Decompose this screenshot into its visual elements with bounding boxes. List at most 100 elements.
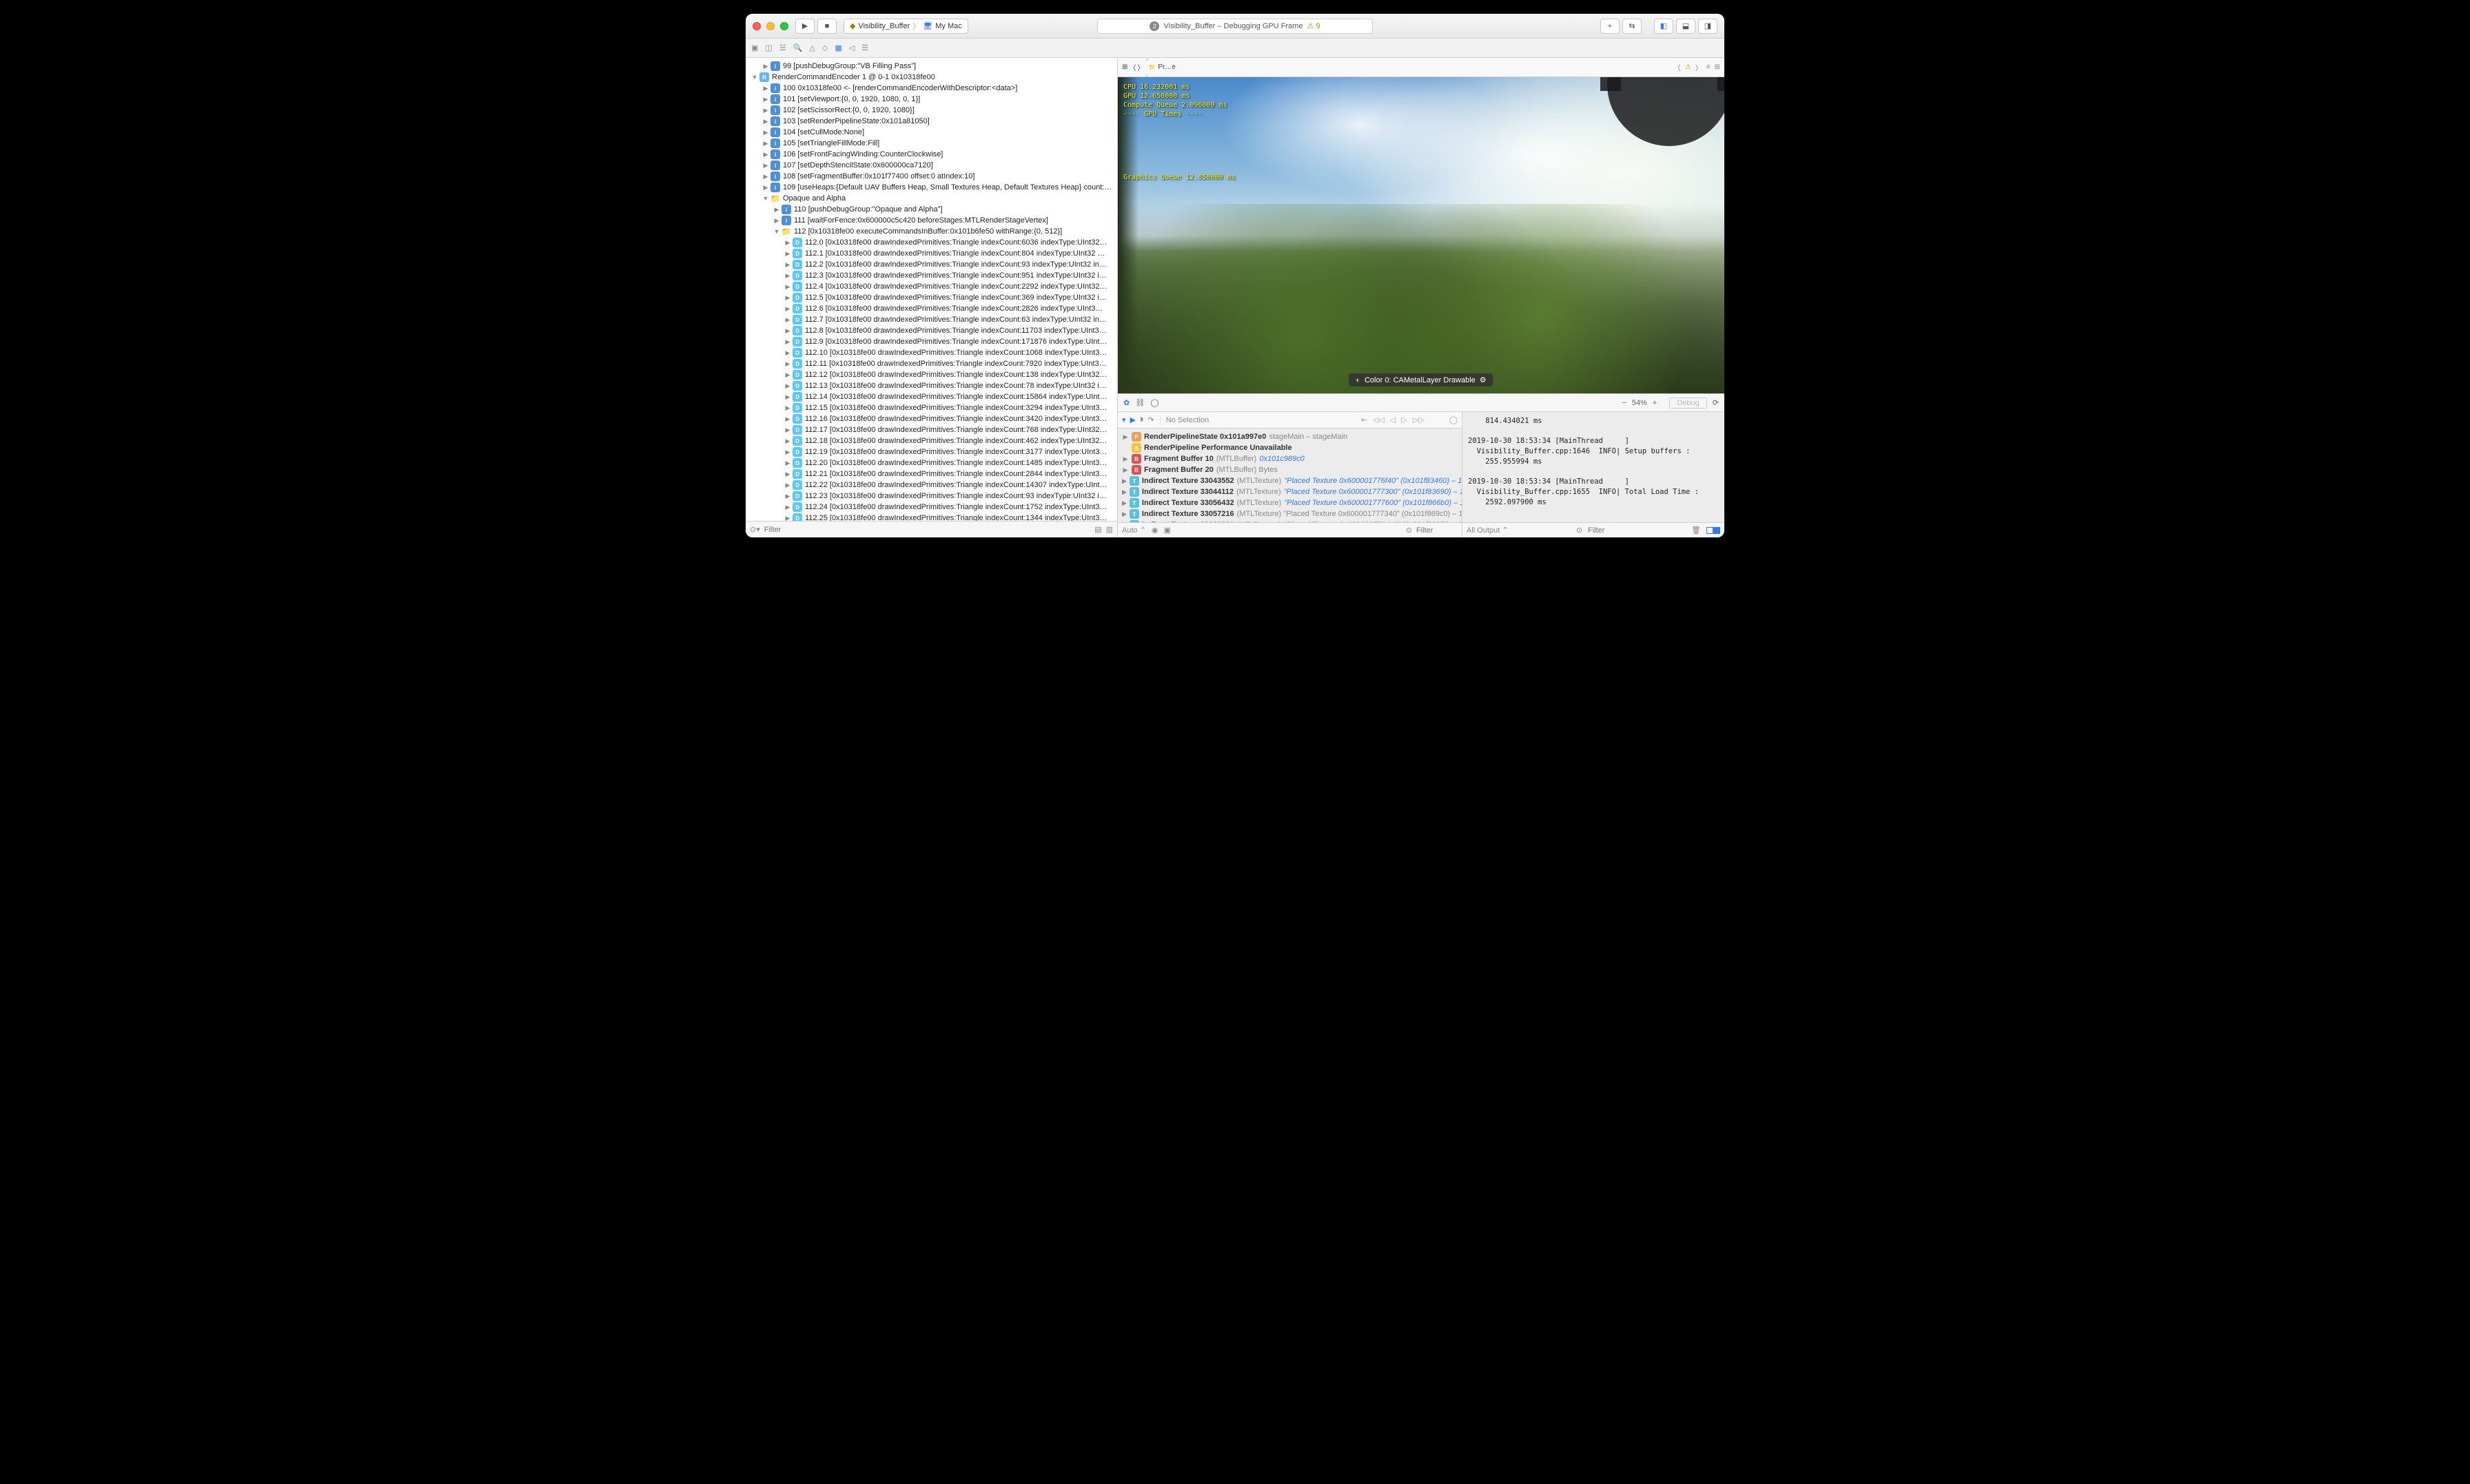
disclosure-triangle-icon[interactable]: ▶ [762, 118, 769, 125]
disclosure-triangle-icon[interactable]: ▶ [784, 415, 791, 423]
resource-row[interactable]: ▶TIndirect Texture 33043552 (MTLTexture)… [1122, 475, 1458, 486]
tree-row[interactable]: ▶D112.23 [0x10318fe00 drawIndexedPrimiti… [746, 491, 1117, 502]
disclosure-triangle-icon[interactable]: ▶ [762, 184, 769, 192]
tree-row[interactable]: ▶D112.15 [0x10318fe00 drawIndexedPrimiti… [746, 402, 1117, 413]
prev-call-icon[interactable]: ◁ [1390, 415, 1396, 424]
disclosure-triangle-icon[interactable]: ▶ [784, 338, 791, 346]
disclosure-triangle-icon[interactable]: ▼ [751, 74, 758, 81]
navigator-filter-input[interactable] [764, 526, 1090, 534]
back-button[interactable]: 〈 [1129, 62, 1136, 72]
issue-nav-icon[interactable]: △ [809, 43, 815, 52]
continue-icon[interactable]: ⏵⃓ [1140, 415, 1144, 424]
tree-row[interactable]: ▶D112.9 [0x10318fe00 drawIndexedPrimitiv… [746, 336, 1117, 347]
tree-row[interactable]: ▶D112.17 [0x10318fe00 drawIndexedPrimiti… [746, 424, 1117, 435]
disclosure-triangle-icon[interactable]: ▶ [784, 283, 791, 291]
code-review-button[interactable]: ⇆ [1622, 19, 1642, 34]
tree-row[interactable]: ▼RRenderCommandEncoder 1 @ 0-1 0x10318fe… [746, 72, 1117, 83]
tree-row[interactable]: ▶D112.12 [0x10318fe00 drawIndexedPrimiti… [746, 369, 1117, 380]
tree-row[interactable]: ▶i109 [useHeaps:{Default UAV Buffers Hea… [746, 182, 1117, 193]
tree-row[interactable]: ▶D112.21 [0x10318fe00 drawIndexedPrimiti… [746, 468, 1117, 480]
stop-button[interactable]: ■ [817, 19, 837, 34]
disclosure-triangle-icon[interactable]: ▶ [762, 151, 769, 158]
disclosure-triangle-icon[interactable]: ▶ [784, 504, 791, 511]
tree-row[interactable]: ▶i101 [setViewport:{0, 0, 1920, 1080, 0,… [746, 94, 1117, 105]
tree-row[interactable]: ▶D112.14 [0x10318fe00 drawIndexedPrimiti… [746, 391, 1117, 402]
tree-row[interactable]: ▶D112.8 [0x10318fe00 drawIndexedPrimitiv… [746, 325, 1117, 336]
quicklook-icon[interactable]: ◉ [1152, 526, 1159, 535]
next-issue-button[interactable]: 〉 [1695, 62, 1702, 72]
disclosure-triangle-icon[interactable]: ▶ [784, 272, 791, 280]
source-control-nav-icon[interactable]: ◫ [765, 43, 772, 52]
tree-row[interactable]: ▶D112.16 [0x10318fe00 drawIndexedPrimiti… [746, 413, 1117, 424]
disclosure-triangle-icon[interactable]: ▶ [1122, 511, 1127, 518]
resource-row[interactable]: ▶PRenderPipelineState 0x101a997e0 stageM… [1122, 431, 1458, 442]
disclosure-triangle-icon[interactable]: ▶ [762, 173, 769, 181]
disclosure-triangle-icon[interactable]: ▶ [784, 449, 791, 456]
scheme-selector[interactable]: ◆ Visibility_Buffer 〉 🖥 My Mac [844, 19, 968, 34]
filter-toggle-1-icon[interactable]: ▤ [1094, 525, 1101, 534]
breakpoint-nav-icon[interactable]: ◁ [849, 43, 855, 52]
disclosure-triangle-icon[interactable]: ▶ [784, 239, 791, 247]
find-nav-icon[interactable]: 🔍 [793, 43, 803, 52]
disclosure-triangle-icon[interactable]: ▶ [1122, 488, 1127, 496]
disclosure-triangle-icon[interactable]: ▶ [784, 404, 791, 412]
report-nav-icon[interactable]: ☰ [861, 43, 868, 52]
tree-row[interactable]: ▶D112.20 [0x10318fe00 drawIndexedPrimiti… [746, 457, 1117, 468]
step-into-frame-icon[interactable]: ⇤ [1361, 415, 1367, 424]
toggle-left-panel-button[interactable]: ◧ [1654, 19, 1673, 34]
variables-filter-input[interactable] [1416, 526, 1458, 535]
resource-row[interactable]: ⚠RenderPipeline Performance Unavailable [1122, 442, 1458, 453]
refresh-icon[interactable]: ⟳ [1713, 398, 1719, 407]
tree-row[interactable]: ▶D112.22 [0x10318fe00 drawIndexedPrimiti… [746, 480, 1117, 491]
tree-row[interactable]: ▶i104 [setCullMode:None] [746, 127, 1117, 138]
related-items-icon[interactable]: ⊞ [1122, 63, 1127, 71]
disclosure-triangle-icon[interactable]: ▶ [784, 316, 791, 324]
resource-link[interactable]: 0x101c989c0 [1259, 455, 1304, 463]
tree-row[interactable]: ▶i103 [setRenderPipelineState:0x101a8105… [746, 116, 1117, 127]
disclosure-triangle-icon[interactable]: ▼ [762, 195, 769, 202]
project-nav-icon[interactable]: ▣ [751, 43, 758, 52]
disclosure-triangle-icon[interactable]: ▶ [1122, 466, 1129, 474]
tree-row[interactable]: ▶i110 [pushDebugGroup:"Opaque and Alpha"… [746, 204, 1117, 215]
next-draw-icon[interactable]: ▷▷ [1413, 415, 1425, 424]
tree-row[interactable]: ▶i99 [pushDebugGroup:"VB Filling Pass"] [746, 61, 1117, 72]
disclosure-triangle-icon[interactable]: ▶ [784, 360, 791, 368]
disclosure-triangle-icon[interactable]: ▶ [1122, 499, 1127, 507]
resource-row[interactable]: ▶BFragment Buffer 10 (MTLBuffer) 0x101c9… [1122, 453, 1458, 464]
console-filter-input[interactable] [1588, 526, 1686, 535]
tree-row[interactable]: ▶D112.11 [0x10318fe00 drawIndexedPrimiti… [746, 358, 1117, 369]
disclosure-triangle-icon[interactable]: ▶ [784, 471, 791, 478]
color-picker-icon[interactable]: ✿ [1123, 398, 1130, 407]
zoom-icon[interactable] [780, 22, 788, 30]
toggle-right-panel-button[interactable]: ◨ [1698, 19, 1717, 34]
tree-row[interactable]: ▶D112.3 [0x10318fe00 drawIndexedPrimitiv… [746, 270, 1117, 281]
tree-row[interactable]: ▶i102 [setScissorRect:{0, 0, 1920, 1080}… [746, 105, 1117, 116]
tree-row[interactable]: ▶D112.18 [0x10318fe00 drawIndexedPrimiti… [746, 435, 1117, 446]
resource-link[interactable]: "Placed Texture 0x600001777300" (0x101f8… [1284, 488, 1462, 496]
tree-row[interactable]: ▶i107 [setDepthStencilState:0x600000ca71… [746, 160, 1117, 171]
disclosure-triangle-icon[interactable]: ▶ [1122, 433, 1129, 441]
next-call-icon[interactable]: ▷ [1401, 415, 1407, 424]
disclosure-triangle-icon[interactable]: ▼ [773, 228, 780, 235]
resource-link[interactable]: "Placed Texture 0x600001776f40" (0x101f8… [1284, 477, 1462, 485]
prev-draw-icon[interactable]: ◁◁ [1373, 415, 1385, 424]
tree-row[interactable]: ▶D112.5 [0x10318fe00 drawIndexedPrimitiv… [746, 292, 1117, 303]
disclosure-triangle-icon[interactable]: ▶ [784, 493, 791, 500]
disclosure-triangle-icon[interactable]: ▶ [784, 393, 791, 401]
disclosure-triangle-icon[interactable]: ▶ [773, 217, 780, 225]
disclosure-triangle-icon[interactable]: ▶ [784, 460, 791, 467]
test-nav-icon[interactable]: ◇ [822, 43, 828, 52]
tree-row[interactable]: ▶D112.2 [0x10318fe00 drawIndexedPrimitiv… [746, 259, 1117, 270]
tree-row[interactable]: ▶D112.19 [0x10318fe00 drawIndexedPrimiti… [746, 446, 1117, 457]
jump-bar[interactable]: ⊞ 〈 〉 ⚙Visibility_Buffer.gputrace〉CC…00〉… [1118, 58, 1724, 77]
disclosure-triangle-icon[interactable]: ▶ [762, 85, 769, 92]
resource-row[interactable]: ▶TIndirect Texture 33057216 (MTLTexture)… [1122, 508, 1458, 519]
tree-row[interactable]: ▶i108 [setFragmentBuffer:0x101f77400 off… [746, 171, 1117, 182]
symbol-nav-icon[interactable]: ☱ [779, 43, 786, 52]
disclosure-triangle-icon[interactable]: ▶ [784, 437, 791, 445]
disclosure-triangle-icon[interactable]: ▶ [1122, 477, 1127, 485]
resource-row[interactable]: ▶TIndirect Texture 33044112 (MTLTexture)… [1122, 486, 1458, 497]
filter-menu-icon[interactable]: ⊙▾ [750, 525, 760, 534]
panel-toggle-icon[interactable] [1706, 527, 1720, 534]
disclosure-triangle-icon[interactable]: ▶ [784, 349, 791, 357]
